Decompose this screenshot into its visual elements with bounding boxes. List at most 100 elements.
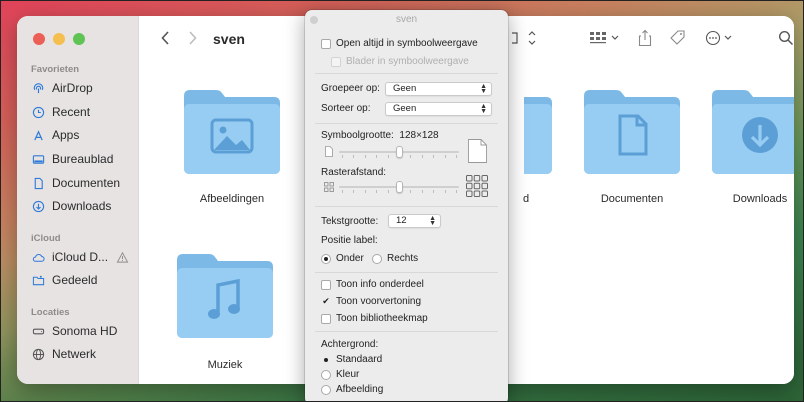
icon-size-slider[interactable] — [339, 146, 459, 158]
sidebar-item-sonoma-hd[interactable]: Sonoma HD — [31, 324, 117, 338]
slider-tick — [410, 155, 411, 158]
sidebar-item-apps[interactable]: Apps — [31, 128, 79, 142]
radio-button[interactable] — [321, 355, 331, 365]
separator — [315, 206, 498, 207]
sort-by-select[interactable]: Geen ▲ ▼ — [385, 102, 492, 116]
folder-icon — [524, 97, 552, 174]
panel-title: sven — [395, 14, 418, 25]
radio-label: Afbeelding — [336, 384, 384, 395]
radio-label: Onder — [336, 253, 364, 264]
label-position-right-radio[interactable]: Rechts — [372, 253, 418, 264]
sidebar-item-label: Netwerk — [52, 347, 97, 361]
sidebar-item-label: Documenten — [52, 176, 121, 190]
background-standard-radio[interactable]: Standaard — [321, 354, 382, 365]
checkbox-box[interactable] — [321, 279, 331, 290]
folder-partial[interactable] — [524, 88, 554, 178]
checkmark-icon[interactable]: ✔ — [321, 297, 331, 307]
label-position-title: Positie label: — [321, 235, 378, 246]
cloud-icon — [31, 250, 45, 264]
slider-tick — [353, 190, 354, 193]
checkbox-box[interactable] — [321, 313, 331, 324]
checkbox-box[interactable] — [321, 38, 331, 49]
background-color-radio[interactable]: Kleur — [321, 369, 359, 380]
checkbox-label: Toon bibliotheekmap — [336, 313, 428, 324]
share-icon — [638, 29, 652, 47]
sidebar-item-airdrop[interactable]: AirDrop — [31, 81, 93, 95]
slider-tick — [433, 190, 434, 193]
group-by-select[interactable]: Geen ▲ ▼ — [385, 82, 492, 96]
close-button[interactable] — [33, 33, 45, 45]
slider-knob[interactable] — [396, 146, 403, 158]
radio-button[interactable] — [321, 384, 331, 395]
sidebar-item-shared[interactable]: Gedeeld — [31, 273, 97, 287]
search-button[interactable] — [778, 30, 794, 46]
small-page-icon — [325, 146, 333, 157]
grid-spacing-label: Rasterafstand: — [321, 167, 387, 178]
small-grid-icon — [324, 182, 334, 192]
text-size-select[interactable]: 12 ▲ ▼ — [388, 214, 441, 228]
slider-tick — [456, 190, 457, 193]
icon-size-value: 128×128 — [399, 130, 439, 141]
warning-icon — [115, 250, 129, 264]
folder-downloads[interactable] — [710, 88, 794, 178]
label-position-bottom-radio[interactable]: Onder — [321, 253, 364, 264]
slider-tick — [422, 190, 423, 193]
slider-tick — [365, 155, 366, 158]
slider-tick — [342, 190, 343, 193]
window-title: sven — [213, 31, 245, 47]
folder-label: Documenten — [600, 193, 664, 205]
large-grid-icon — [466, 175, 488, 197]
show-preview-checkbox[interactable]: ✔ Toon voorvertoning — [321, 296, 421, 307]
sidebar-item-network[interactable]: Netwerk — [31, 347, 96, 361]
open-always-icon-view-checkbox[interactable]: Open altijd in symboolweergave — [321, 38, 478, 49]
slider-tick — [388, 190, 389, 193]
desktop-icon — [31, 152, 45, 166]
view-toggle-button[interactable] — [512, 30, 542, 46]
slider-tick — [445, 155, 446, 158]
sidebar-item-label: Downloads — [52, 199, 112, 213]
sidebar-item-label: AirDrop — [52, 81, 93, 95]
more-actions-button[interactable] — [705, 30, 735, 46]
zoom-button[interactable] — [73, 33, 85, 45]
tag-button[interactable] — [669, 30, 687, 46]
back-button[interactable] — [159, 30, 173, 46]
group-button[interactable] — [589, 30, 621, 46]
checkbox-label: Toon info onderdeel — [336, 279, 424, 290]
radio-label: Rechts — [387, 253, 419, 264]
sidebar-item-recent[interactable]: Recent — [31, 105, 90, 119]
select-arrows-icon: ▲ ▼ — [480, 103, 487, 115]
share-button[interactable] — [638, 29, 652, 47]
show-library-folder-checkbox[interactable]: Toon bibliotheekmap — [321, 313, 428, 324]
music-folder-icon — [177, 254, 273, 338]
folder-music[interactable] — [175, 252, 275, 342]
radio-button[interactable] — [321, 369, 331, 380]
minimize-button[interactable] — [53, 33, 65, 45]
sidebar-item-desktop[interactable]: Bureaublad — [31, 152, 113, 166]
show-item-info-checkbox[interactable]: Toon info onderdeel — [321, 279, 424, 290]
folder-pictures[interactable] — [182, 88, 282, 178]
window-controls — [33, 33, 85, 45]
sidebar-item-downloads[interactable]: Downloads — [31, 199, 111, 213]
background-title: Achtergrond: — [321, 339, 379, 350]
sidebar-item-icloud-drive[interactable]: iCloud D... — [31, 250, 129, 264]
document-folder-icon — [584, 90, 680, 174]
sidebar-item-label: Apps — [52, 128, 80, 142]
large-page-icon — [468, 139, 487, 163]
checkbox-label: Open altijd in symboolweergave — [336, 38, 478, 49]
disk-icon — [31, 324, 45, 338]
grid-icon — [590, 32, 619, 44]
radio-button[interactable] — [321, 253, 331, 264]
slider-knob[interactable] — [396, 181, 403, 193]
locations-heading: Locaties — [31, 307, 70, 318]
folder-documents[interactable] — [582, 88, 682, 178]
radio-button[interactable] — [372, 253, 382, 264]
select-value: 12 — [396, 215, 407, 226]
folder-label: Downloads — [732, 193, 788, 205]
folder-label: Afbeeldingen — [199, 193, 265, 205]
group-by-label: Groepeer op: — [321, 83, 380, 94]
grid-spacing-slider[interactable] — [339, 181, 459, 193]
background-image-radio[interactable]: Afbeelding — [321, 384, 383, 395]
separator — [315, 272, 498, 273]
forward-button[interactable] — [185, 30, 199, 46]
sidebar-item-documents[interactable]: Documenten — [31, 176, 120, 190]
